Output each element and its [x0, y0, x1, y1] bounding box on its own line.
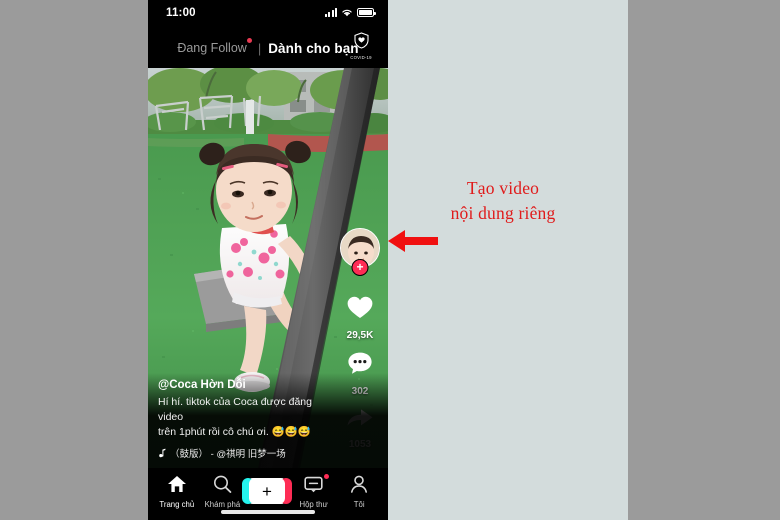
nav-label-profile: Tôi: [353, 500, 365, 509]
nav-item-discover[interactable]: Khám phá: [200, 475, 244, 509]
status-icons: [325, 8, 376, 17]
status-time: 11:00: [166, 7, 196, 19]
nav-item-inbox[interactable]: Hộp thư: [292, 473, 336, 509]
annotation-line-2: nội dung riêng: [450, 203, 556, 223]
arrow-left-icon: [388, 230, 438, 252]
tab-separator: |: [257, 40, 262, 56]
battery-full-icon: [357, 8, 376, 17]
annotation-line-1: Tạo video: [466, 178, 540, 198]
top-navigation: Đang Follow | Dành cho bạn COVID-19: [148, 28, 388, 68]
music-row[interactable]: （鼓版） - @祺明 旧梦一场: [158, 446, 336, 460]
music-title: （鼓版） - @祺明 旧梦一场: [170, 449, 286, 460]
nav-label-inbox: Hộp thư: [299, 499, 328, 509]
video-caption-overlay: @Coca Hờn Dỗi Hí hí. tiktok của Coca đượ…: [148, 373, 388, 468]
person-profile-icon: [351, 475, 368, 493]
nav-label-home: Trang chủ: [159, 500, 195, 509]
tab-following-badge-dot: [246, 38, 252, 43]
nav-item-create[interactable]: +: [241, 478, 292, 506]
covid-label: COVID-19: [350, 55, 372, 60]
caption-line-1: Hí hí. tiktok của Coca được đăng video: [158, 396, 312, 423]
phone-mockup: 11:00 Đang Follow | Dành cho bạn COVID-1…: [148, 0, 388, 520]
right-content-panel: [388, 0, 628, 520]
home-indicator: [221, 510, 315, 514]
video-player[interactable]: + 29,5K 302: [148, 68, 388, 468]
tab-following[interactable]: Đang Follow: [177, 38, 252, 55]
tab-following-label: Đang Follow: [177, 41, 247, 55]
bottom-navigation: Trang chủ Khám phá + Hộp thư Tôi: [148, 468, 388, 520]
nav-item-profile[interactable]: Tôi: [337, 475, 381, 509]
caption-line-2: trên 1phút rồi cô chú ơi. 😅😅😅: [158, 426, 311, 438]
annotation-text: Tạo video nội dung riêng: [398, 176, 608, 226]
cellular-signal-icon: [325, 8, 337, 17]
search-icon: [213, 475, 232, 493]
author-avatar-button[interactable]: +: [340, 228, 380, 276]
heart-icon: [347, 296, 373, 318]
wifi-icon: [342, 9, 352, 17]
like-button[interactable]: 29,5K: [338, 294, 382, 343]
nav-label-discover: Khám phá: [204, 500, 241, 509]
nav-item-home[interactable]: Trang chủ: [155, 475, 199, 509]
home-icon: [167, 476, 186, 492]
plus-follow-icon[interactable]: +: [351, 259, 369, 276]
covid-info-button[interactable]: COVID-19: [346, 32, 376, 60]
status-bar: 11:00: [148, 0, 388, 28]
inbox-badge-dot: [323, 473, 329, 479]
page-background-right: [628, 0, 780, 520]
inbox-message-icon: [304, 476, 323, 492]
shield-heart-icon: [353, 32, 369, 49]
author-username[interactable]: @Coca Hờn Dỗi: [158, 379, 336, 391]
music-note-icon: [159, 448, 166, 457]
create-plus-icon[interactable]: +: [241, 478, 292, 504]
like-count: 29,5K: [346, 330, 374, 341]
